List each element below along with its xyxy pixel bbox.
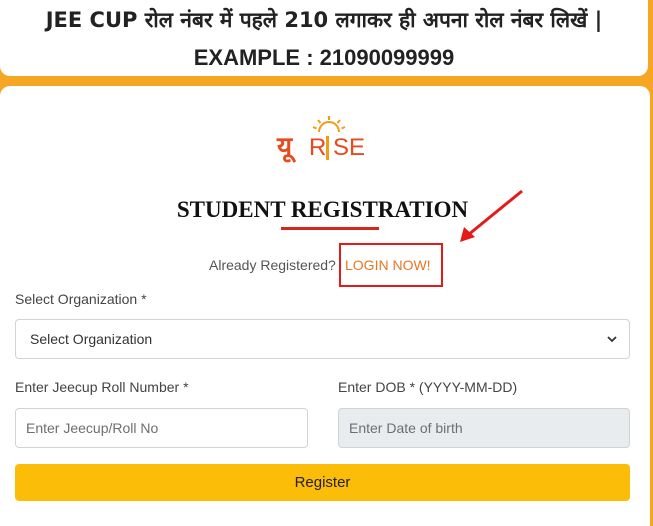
logo-text-c: SE: [333, 134, 365, 161]
sun-logo-icon: [312, 116, 346, 133]
dob-label: Enter DOB * (YYYY-MM-DD): [338, 379, 518, 395]
instruction-banner: JEE CUP रोल नंबर में पहले 210 लगाकर ही अ…: [0, 0, 648, 76]
organization-label: Select Organization *: [15, 291, 147, 307]
organization-select-value: Select Organization: [30, 331, 153, 347]
login-now-link[interactable]: LOGIN NOW!: [345, 257, 431, 273]
logo-text-b: R: [309, 134, 326, 161]
title-underline: [281, 227, 379, 230]
chevron-down-icon: [607, 336, 617, 343]
register-button[interactable]: Register: [15, 464, 630, 501]
page-title: STUDENT REGISTRATION: [176, 197, 469, 222]
logo-text-a: यू: [276, 132, 297, 163]
banner-instruction-hindi: JEE CUP रोल नंबर में पहले 210 लगाकर ही अ…: [45, 8, 603, 32]
red-arrow-annotation: [460, 189, 523, 242]
organization-select[interactable]: Select Organization: [15, 319, 630, 359]
dob-input[interactable]: [338, 408, 630, 448]
already-registered-text: Already Registered?: [209, 257, 336, 273]
banner-example: EXAMPLE : 21090099999: [193, 45, 455, 70]
roll-number-input[interactable]: [15, 408, 308, 448]
yurise-logo: यू R SE: [276, 116, 365, 163]
roll-number-label: Enter Jeecup Roll Number *: [15, 379, 189, 395]
